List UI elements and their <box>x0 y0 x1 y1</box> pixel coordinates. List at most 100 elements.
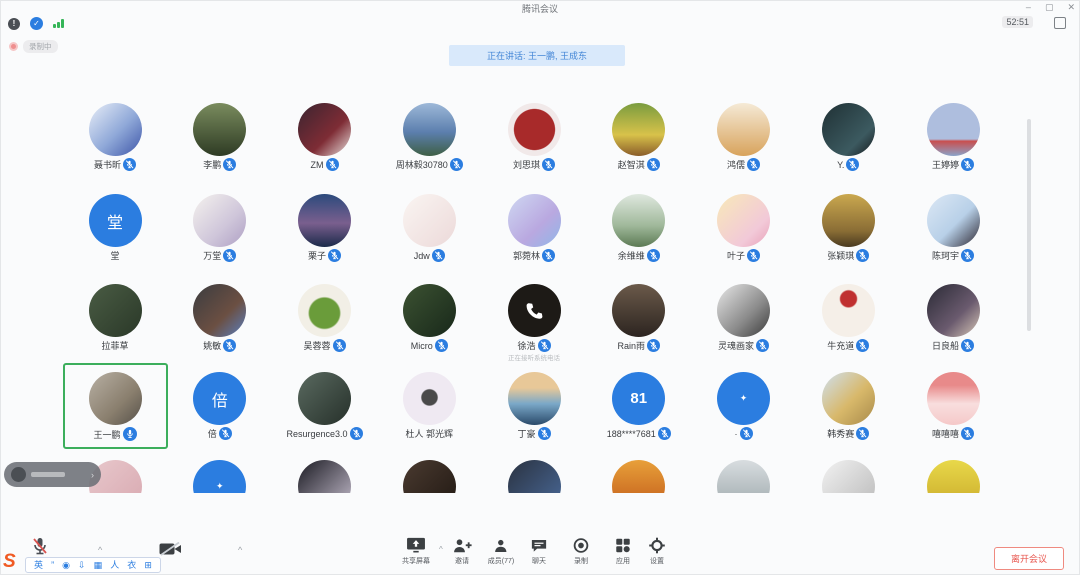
ime-voice-down-icon[interactable]: ⇩ <box>78 558 86 572</box>
mic-muted-icon <box>961 158 974 171</box>
ime-quote-icon[interactable]: ” <box>51 558 54 572</box>
participant-tile-partial[interactable] <box>796 451 901 493</box>
chat-icon <box>530 537 548 554</box>
participant-tile[interactable]: 姚敏 <box>167 275 272 361</box>
participant-name: 周林毅30780 <box>396 158 448 171</box>
participant-tile[interactable]: 81 188****7681 <box>586 363 691 449</box>
ime-skin-icon[interactable]: 衣 <box>127 558 136 572</box>
participant-tile[interactable]: 拉菲草 <box>63 275 168 361</box>
participant-name: 李鹏 <box>203 158 221 171</box>
participant-tile[interactable]: 刘思琪 <box>482 94 587 180</box>
participant-tile[interactable]: 栗子 <box>272 185 377 271</box>
participant-tile[interactable]: 聂书昕 <box>63 94 168 180</box>
toolbar-invite-button[interactable]: 邀请 <box>452 537 472 566</box>
mic-muted-icon <box>856 339 869 352</box>
scrollbar[interactable] <box>1027 119 1031 331</box>
toolbar-share-screen-button[interactable]: 共享屏幕 <box>402 537 430 566</box>
ime-logo[interactable]: S <box>3 551 16 573</box>
participant-tile[interactable]: Micro <box>377 275 482 361</box>
participant-avatar <box>403 460 456 493</box>
toolbar-label: 成员(77) <box>488 556 514 566</box>
participant-avatar <box>822 372 875 425</box>
mic-muted-icon <box>856 249 869 262</box>
participant-tile[interactable]: 徐浩 正在接听系统电话 <box>482 275 587 361</box>
participant-name: 姚敏 <box>203 339 221 352</box>
participant-tile[interactable]: 万堂 <box>167 185 272 271</box>
participant-tile[interactable]: 鸿儒 <box>691 94 796 180</box>
participant-grid: 聂书昕 李鹏 ZM 周林毅30780 刘思琪 赵智淇 鸿儒 Y. 王婷婷 堂堂万… <box>1 1 1080 493</box>
mic-muted-icon <box>432 249 445 262</box>
toolbar-apps-button[interactable]: 应用 <box>615 537 632 566</box>
chevron-right-icon: › <box>91 470 94 480</box>
mic-muted-icon <box>647 158 660 171</box>
toolbar-members-button[interactable]: 成员(77) <box>488 537 514 566</box>
participant-tile[interactable]: 张颖琪 <box>796 185 901 271</box>
ime-mode-toggle[interactable]: 英 <box>34 558 43 572</box>
participant-tile-partial[interactable] <box>272 451 377 493</box>
participant-avatar: 倍 <box>193 372 246 425</box>
participant-tile[interactable]: 李鹏 <box>167 94 272 180</box>
participant-tile[interactable]: 余维维 <box>586 185 691 271</box>
camera-off-button[interactable] <box>159 542 182 561</box>
participant-tile-partial[interactable] <box>691 451 796 493</box>
participant-name: · <box>735 429 738 439</box>
participant-tile[interactable]: ZM <box>272 94 377 180</box>
participant-avatar <box>508 103 561 156</box>
participant-tile[interactable]: Y. <box>796 94 901 180</box>
participant-tile[interactable]: 周林毅30780 <box>377 94 482 180</box>
participant-name: 188****7681 <box>607 429 656 439</box>
participant-tile[interactable]: 丁豪 <box>482 363 587 449</box>
ime-person-icon[interactable]: 人 <box>110 558 119 572</box>
participant-tile[interactable]: 灵魂画家 <box>691 275 796 361</box>
participant-tile[interactable]: Resurgence3.0 <box>272 363 377 449</box>
participant-tile[interactable]: Rain雨 <box>586 275 691 361</box>
share-screen-icon <box>405 537 427 554</box>
ime-toolbox-icon[interactable]: ⊞ <box>144 558 152 572</box>
participant-tile[interactable]: 韩秀赛 <box>796 363 901 449</box>
ime-keyboard-icon[interactable]: ▦ <box>94 558 103 572</box>
leave-meeting-button[interactable]: 离开会议 <box>994 547 1064 570</box>
participant-tile-partial[interactable] <box>901 451 1006 493</box>
toolbar-settings-button[interactable]: 设置 <box>649 537 666 566</box>
participant-tile-partial[interactable] <box>377 451 482 493</box>
participant-tile-partial[interactable] <box>482 451 587 493</box>
toolbar-record-button[interactable]: 录制 <box>573 537 590 566</box>
ime-emoji-icon[interactable]: ◉ <box>62 558 70 572</box>
participant-name: 赵智淇 <box>618 158 645 171</box>
participant-tile[interactable]: 日良船 <box>901 275 1006 361</box>
participant-tile-partial[interactable]: ✦ <box>167 451 272 493</box>
mic-options-caret[interactable]: ^ <box>98 545 102 555</box>
participant-tile[interactable]: 王婷婷 <box>901 94 1006 180</box>
participant-avatar <box>403 103 456 156</box>
mic-muted-icon <box>538 427 551 440</box>
participant-tile[interactable]: 倍倍 <box>167 363 272 449</box>
participant-avatar <box>717 194 770 247</box>
participant-avatar <box>612 103 665 156</box>
participant-tile[interactable]: ✦· <box>691 363 796 449</box>
participant-avatar <box>193 194 246 247</box>
chat-message-toast[interactable]: › <box>4 462 101 487</box>
phone-call-avatar <box>508 284 561 337</box>
invite-icon <box>452 537 472 554</box>
mic-muted-icon <box>961 427 974 440</box>
participant-tile[interactable]: 陈珂宇 <box>901 185 1006 271</box>
participant-tile-partial[interactable] <box>586 451 691 493</box>
participant-avatar: 81 <box>612 372 665 425</box>
participant-tile[interactable]: 牛充道 <box>796 275 901 361</box>
participant-tile[interactable]: 堂堂 <box>63 185 168 271</box>
share-options-caret[interactable]: ^ <box>439 545 443 554</box>
participant-tile[interactable]: 赵智淇 <box>586 94 691 180</box>
participant-tile[interactable]: 王一鹏 <box>63 363 168 449</box>
participant-tile[interactable]: Jdw <box>377 185 482 271</box>
participant-tile[interactable]: 叶子 <box>691 185 796 271</box>
participant-tile[interactable]: 吴蓉蓉 <box>272 275 377 361</box>
camera-options-caret[interactable]: ^ <box>238 545 242 555</box>
mic-muted-icon <box>747 249 760 262</box>
participant-avatar <box>193 284 246 337</box>
mic-muted-icon <box>223 158 236 171</box>
participant-tile[interactable]: 嘻嘻嘻 <box>901 363 1006 449</box>
mic-muted-icon <box>647 249 660 262</box>
participant-tile[interactable]: 杜人 郭光辉 <box>377 363 482 449</box>
participant-tile[interactable]: 郭菀林 <box>482 185 587 271</box>
toolbar-chat-button[interactable]: 聊天 <box>530 537 548 566</box>
